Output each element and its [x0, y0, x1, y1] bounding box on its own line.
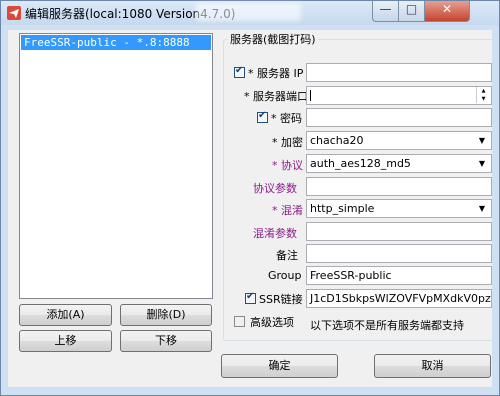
- protocol-param-field[interactable]: [306, 177, 492, 196]
- advanced-options-note: 以下选项不是所有服务端都支持: [310, 319, 464, 332]
- check-icon: ✔: [258, 110, 267, 121]
- encryption-select[interactable]: chacha20 ▼: [306, 131, 492, 150]
- minimize-button[interactable]: —: [372, 1, 399, 22]
- minimize-icon: —: [379, 2, 392, 16]
- obfs-select[interactable]: http_simple ▼: [306, 199, 492, 218]
- check-icon: ✔: [235, 65, 244, 76]
- encryption-value: chacha20: [310, 134, 364, 147]
- paper-plane-icon: [7, 6, 21, 20]
- obfs-label: * 混淆: [272, 204, 303, 217]
- protocol-value: auth_aes128_md5: [310, 157, 411, 170]
- password-field[interactable]: [306, 108, 492, 127]
- remarks-label: 备注: [276, 249, 298, 262]
- ssr-link-checkbox[interactable]: ✔: [245, 291, 256, 304]
- spin-down-icon[interactable]: ▼: [476, 95, 490, 103]
- server-ip-label: * 服务器 IP: [248, 67, 304, 80]
- server-ip-field[interactable]: [306, 63, 492, 82]
- move-down-button[interactable]: 下移: [120, 330, 212, 352]
- spin-up-icon[interactable]: ▲: [476, 87, 490, 95]
- chevron-down-icon: ▼: [478, 136, 486, 145]
- chevron-down-icon: ▼: [478, 159, 486, 168]
- protocol-param-label: 协议参数: [253, 182, 297, 195]
- remarks-field[interactable]: [306, 244, 492, 263]
- group-label: Group: [268, 269, 302, 282]
- obfs-param-field[interactable]: [306, 222, 492, 241]
- chevron-down-icon: ▼: [478, 204, 486, 213]
- maximize-icon: □: [405, 2, 418, 16]
- title-blur-overlay: [196, 3, 301, 21]
- obfs-value: http_simple: [310, 202, 375, 215]
- password-label: * 密码: [271, 112, 302, 125]
- cancel-button[interactable]: 取消: [374, 354, 491, 378]
- close-icon: ✕: [441, 2, 453, 16]
- server-list[interactable]: FreeSSR-public - *.8:8888: [19, 33, 213, 299]
- dialog-client-area: FreeSSR-public - *.8:8888 添加(A) 删除(D) 上移…: [8, 30, 496, 387]
- delete-button[interactable]: 删除(D): [120, 304, 212, 326]
- server-ip-checkbox[interactable]: ✔: [234, 65, 245, 78]
- obfs-param-label: 混淆参数: [253, 227, 297, 240]
- server-port-stepper[interactable]: ▲ ▼: [306, 86, 492, 105]
- check-icon: ✔: [246, 291, 255, 302]
- group-title: 服务器(截图打码): [228, 31, 318, 47]
- protocol-select[interactable]: auth_aes128_md5 ▼: [306, 154, 492, 173]
- text-caret: [310, 90, 311, 101]
- move-up-button[interactable]: 上移: [19, 330, 112, 352]
- encryption-label: * 加密: [272, 136, 303, 149]
- close-button[interactable]: ✕: [424, 1, 470, 22]
- advanced-options-checkbox[interactable]: [234, 316, 245, 327]
- password-checkbox[interactable]: ✔: [257, 110, 268, 123]
- list-item[interactable]: FreeSSR-public - *.8:8888: [21, 35, 211, 50]
- advanced-options-label: 高级选项: [250, 316, 294, 329]
- ssr-link-label: SSR链接: [259, 293, 303, 306]
- maximize-button[interactable]: □: [398, 1, 425, 22]
- add-button[interactable]: 添加(A): [19, 304, 112, 326]
- group-field[interactable]: FreeSSR-public: [306, 266, 492, 285]
- title-bar[interactable]: 编辑服务器(local:1080 Version4.7.0) — □ ✕: [1, 1, 499, 25]
- ssr-link-field[interactable]: J1cD1SbkpsWlZOVFVpMXdkV0pzYVdN: [306, 289, 492, 308]
- server-port-label: * 服务器端口: [244, 90, 308, 103]
- protocol-label: * 协议: [272, 159, 303, 172]
- ok-button[interactable]: 确定: [221, 354, 338, 378]
- edit-server-window: 编辑服务器(local:1080 Version4.7.0) — □ ✕ Fre…: [0, 0, 500, 396]
